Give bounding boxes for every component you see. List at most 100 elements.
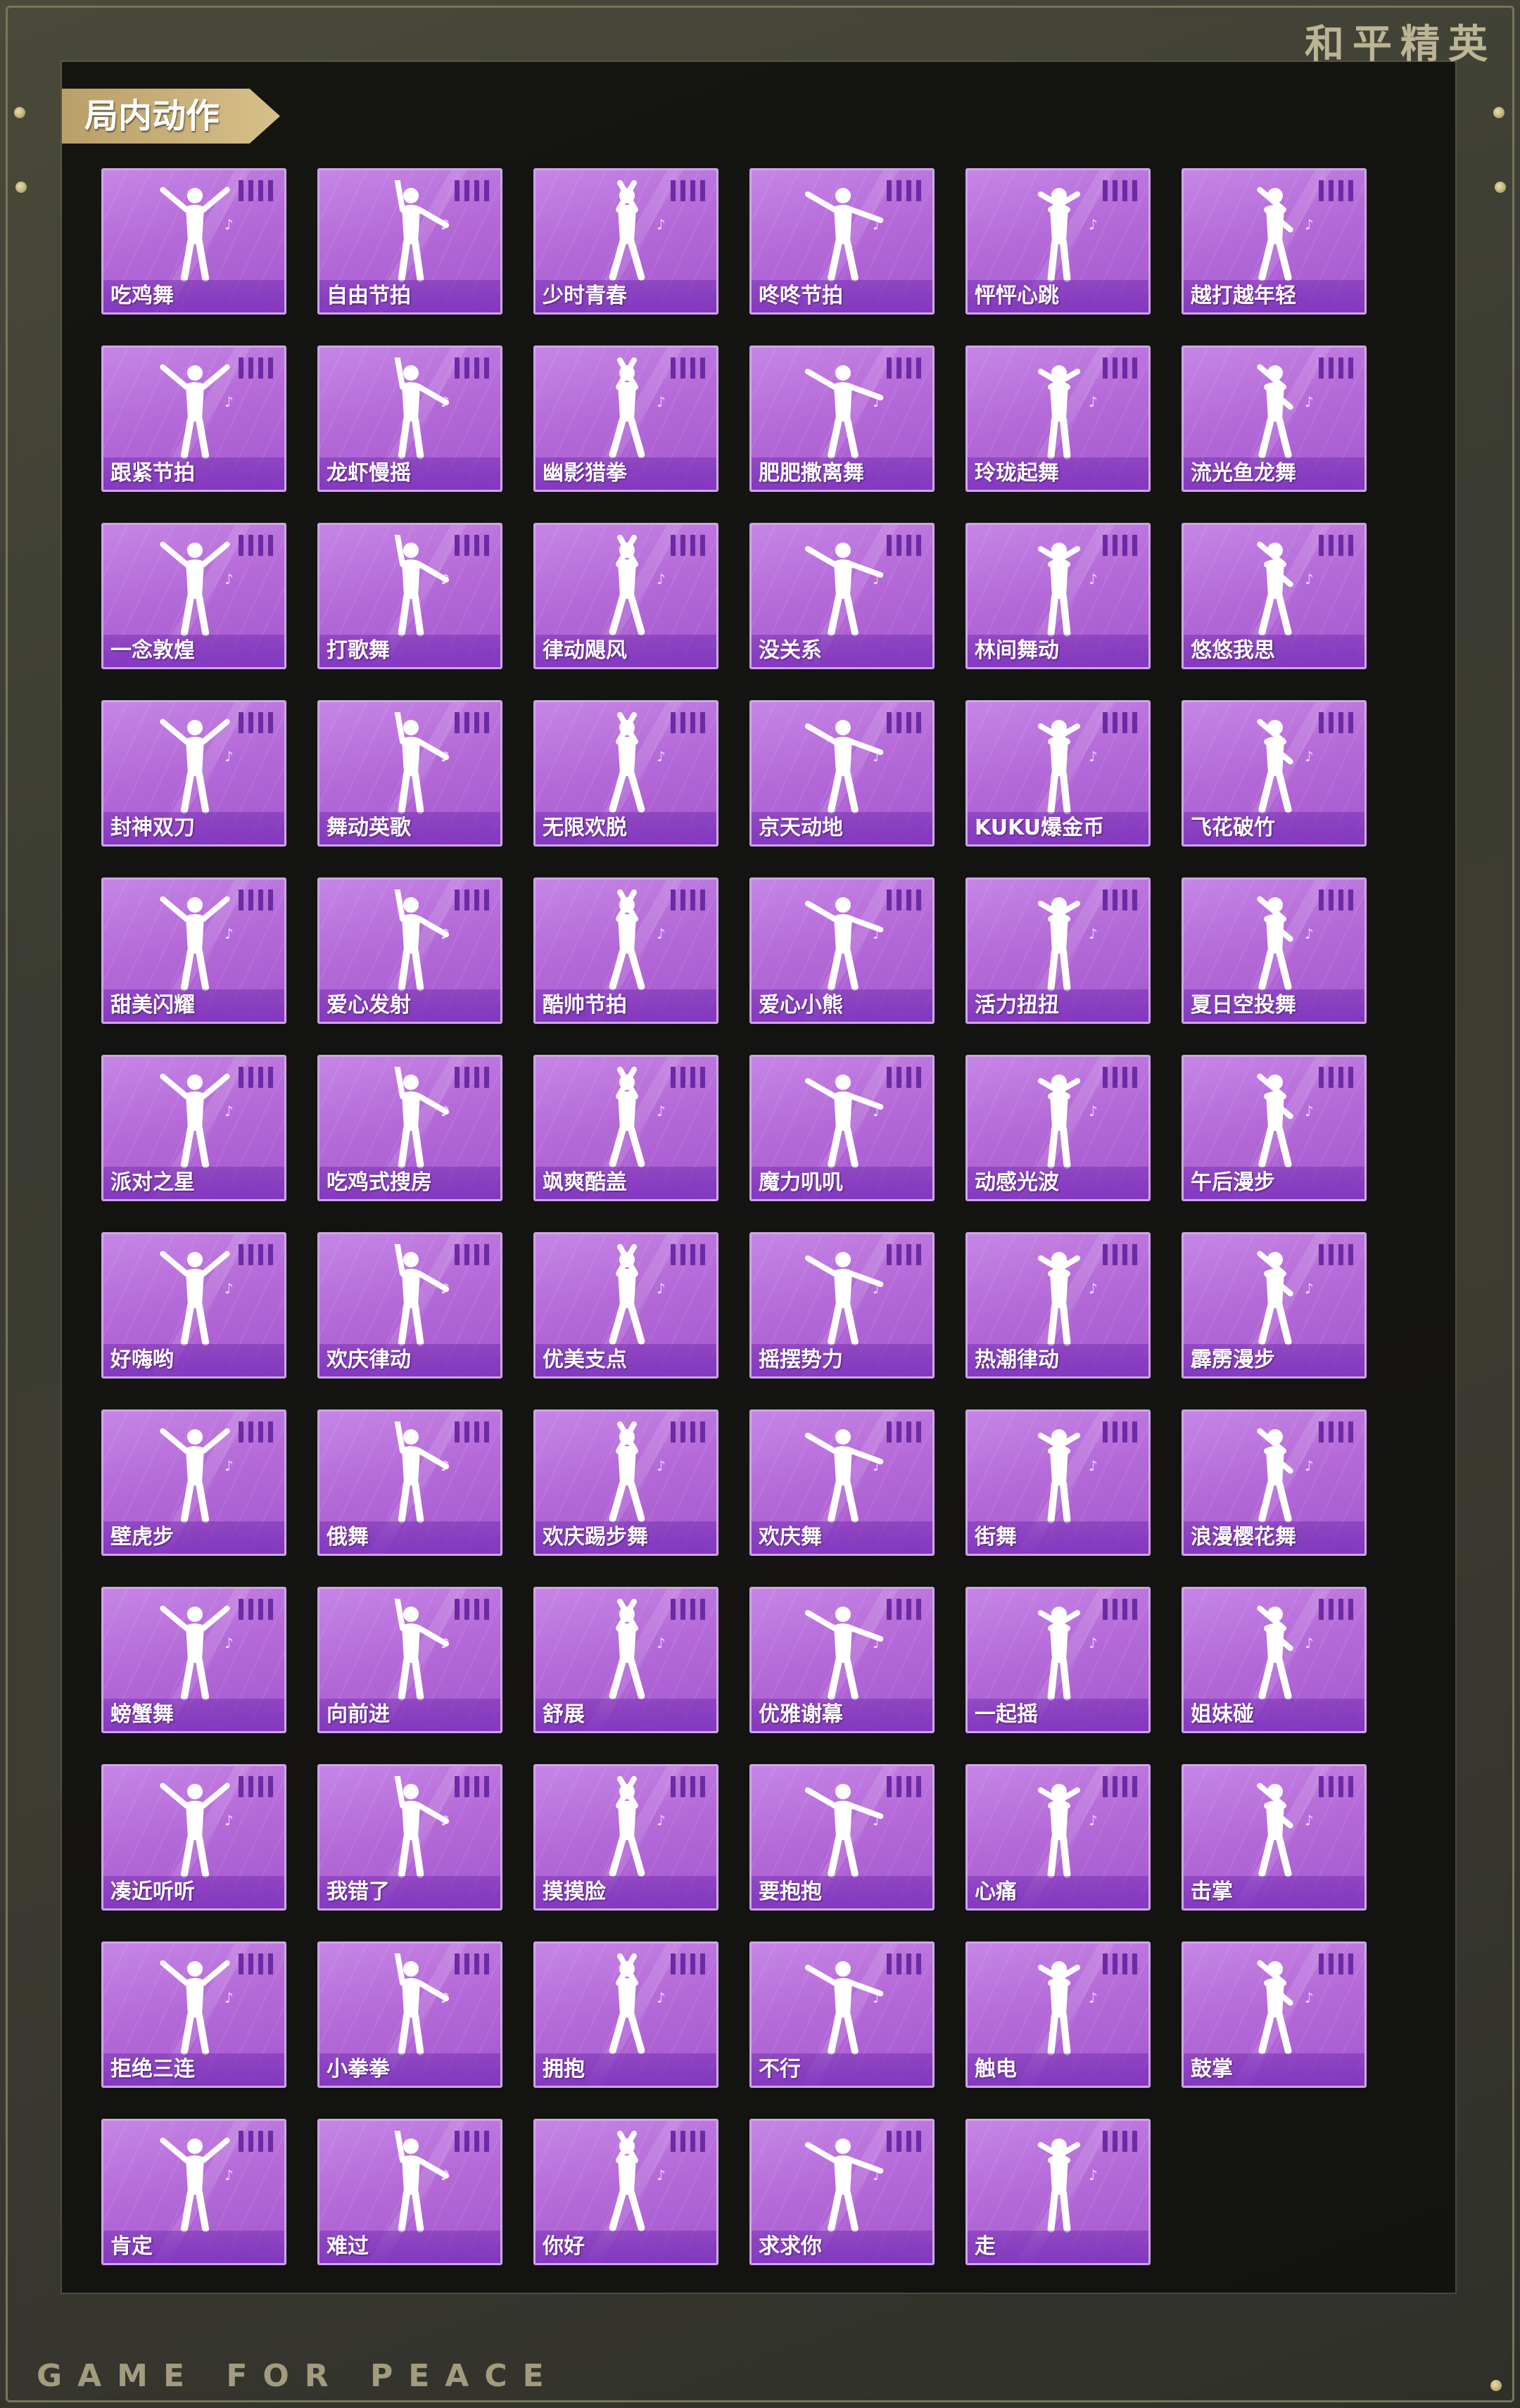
emote-card[interactable]: ♪ 无限欢脱	[533, 700, 718, 847]
emote-card[interactable]: ♪ 求求你	[749, 2119, 935, 2265]
emote-card[interactable]: ♪ 凑近听听	[101, 1764, 286, 1910]
svg-text:♪: ♪	[441, 1635, 450, 1652]
emote-card[interactable]: ♪ 爱心发射	[317, 877, 502, 1024]
dancer-silhouette-icon: ♪	[804, 1961, 884, 2055]
emote-card[interactable]: ♪ 少时青春	[533, 168, 718, 315]
emote-card[interactable]: ♪ 怦怦心跳	[965, 168, 1151, 315]
emote-card[interactable]: ♪ 越打越年轻	[1182, 168, 1367, 315]
svg-text:♪: ♪	[1305, 1989, 1314, 2006]
emote-card[interactable]: ♪ 玲珑起舞	[965, 346, 1151, 492]
emote-card[interactable]: ♪ 我错了	[317, 1764, 502, 1910]
emote-card[interactable]: ♪ 爱心小熊	[749, 877, 935, 1024]
emote-card[interactable]: ♪ 飒爽酷盖	[533, 1055, 718, 1201]
emote-name: 难过	[327, 2234, 369, 2259]
emote-card[interactable]: ♪ 夏日空投舞	[1182, 877, 1367, 1024]
emote-card[interactable]: ♪ 律动飓风	[533, 523, 718, 669]
svg-text:♪: ♪	[224, 216, 234, 233]
emote-card[interactable]: ♪ 霹雳漫步	[1182, 1232, 1367, 1379]
emote-card[interactable]: ♪ 摇摆势力	[749, 1232, 935, 1379]
emote-name: 龙虾慢摇	[327, 461, 411, 486]
emote-card[interactable]: ♪ 吃鸡式搜房	[317, 1055, 502, 1201]
emote-card[interactable]: ♪ 肥肥撒离舞	[749, 346, 935, 492]
emote-card[interactable]: ♪ 优美支点	[533, 1232, 718, 1379]
emote-card[interactable]: ♪ 摸摸脸	[533, 1764, 718, 1910]
emote-card[interactable]: ♪ 走	[965, 2119, 1151, 2265]
emote-card[interactable]: ♪ 浪漫樱花舞	[1182, 1409, 1367, 1556]
svg-text:♪: ♪	[1089, 1280, 1098, 1297]
emote-card[interactable]: ♪ 欢庆踢步舞	[533, 1409, 718, 1556]
emote-card[interactable]: ♪ 欢庆律动	[317, 1232, 502, 1379]
svg-text:♪: ♪	[1089, 1989, 1098, 2006]
dancer-silhouette-icon: ♪	[394, 535, 450, 637]
emote-card[interactable]: ♪ 拒绝三连	[101, 1941, 286, 2088]
emote-card[interactable]: ♪ 击掌	[1182, 1764, 1367, 1910]
emote-card[interactable]: ♪ 吃鸡舞	[101, 168, 286, 315]
emote-card[interactable]: ♪ 热潮律动	[965, 1232, 1151, 1379]
emote-card[interactable]: ♪ 咚咚节拍	[749, 168, 935, 315]
emote-card[interactable]: ♪ 午后漫步	[1182, 1055, 1367, 1201]
emote-card[interactable]: ♪ 一念敦煌	[101, 523, 286, 669]
emote-card[interactable]: ♪ 酷帅节拍	[533, 877, 718, 1024]
emote-card[interactable]: ♪ 打歌舞	[317, 523, 502, 669]
emote-card[interactable]: ♪ 心痛	[965, 1764, 1151, 1910]
emote-card[interactable]: ♪ 不行	[749, 1941, 935, 2088]
emote-card[interactable]: ♪ 姐妹碰	[1182, 1587, 1367, 1733]
emote-card[interactable]: ♪ 流光鱼龙舞	[1182, 346, 1367, 492]
emote-card[interactable]: ♪ 难过	[317, 2119, 502, 2265]
emote-card[interactable]: ♪ 触电	[965, 1941, 1151, 2088]
emote-card[interactable]: ♪ 好嗨哟	[101, 1232, 286, 1379]
emote-card[interactable]: ♪ 向前进	[317, 1587, 502, 1733]
dancer-silhouette-icon: ♪	[394, 1067, 450, 1169]
emote-card[interactable]: ♪ 龙虾慢摇	[317, 346, 502, 492]
svg-text:♪: ♪	[657, 925, 666, 942]
emote-card[interactable]: ♪ 封神双刀	[101, 700, 286, 847]
emote-card[interactable]: ♪ 一起摇	[965, 1587, 1151, 1733]
emote-card[interactable]: ♪ 优雅谢幕	[749, 1587, 935, 1733]
emote-card[interactable]: ♪ 林间舞动	[965, 523, 1151, 669]
emote-card[interactable]: ♪ 你好	[533, 2119, 718, 2265]
emote-card[interactable]: ♪ 要抱抱	[749, 1764, 935, 1910]
svg-text:♪: ♪	[224, 1635, 234, 1652]
emote-card[interactable]: ♪ 街舞	[965, 1409, 1151, 1556]
emote-card[interactable]: ♪ 拥抱	[533, 1941, 718, 2088]
emote-card[interactable]: ♪ 活力扭扭	[965, 877, 1151, 1024]
emote-name: 飒爽酷盖	[543, 1170, 627, 1195]
emote-card[interactable]: ♪ 肯定	[101, 2119, 286, 2265]
dancer-silhouette-icon: ♪	[609, 1776, 666, 1877]
emote-card[interactable]: ♪ 悠悠我思	[1182, 523, 1367, 669]
emote-card[interactable]: ♪ 没关系	[749, 523, 935, 669]
emote-card[interactable]: ♪ 俄舞	[317, 1409, 502, 1556]
emote-card[interactable]: ♪ 跟紧节拍	[101, 346, 286, 492]
emote-card[interactable]: ♪ 京天动地	[749, 700, 935, 847]
emote-card[interactable]: ♪ 欢庆舞	[749, 1409, 935, 1556]
emote-name: 跟紧节拍	[110, 461, 195, 486]
emote-card[interactable]: ♪ 动感光波	[965, 1055, 1151, 1201]
svg-text:♪: ♪	[224, 1103, 234, 1120]
emote-name: 幽影猎拳	[543, 461, 627, 486]
emote-card[interactable]: ♪ 飞花破竹	[1182, 700, 1367, 847]
emote-card[interactable]: ♪ 派对之星	[101, 1055, 286, 1201]
svg-text:♪: ♪	[873, 1457, 882, 1474]
emote-card[interactable]: ♪ 鼓掌	[1182, 1941, 1367, 2088]
dancer-silhouette-icon: ♪	[609, 535, 666, 635]
emote-card[interactable]: ♪ 自由节拍	[317, 168, 502, 315]
dancer-silhouette-icon: ♪	[1037, 188, 1098, 282]
svg-text:♪: ♪	[657, 393, 666, 410]
dancer-silhouette-icon: ♪	[804, 2138, 884, 2232]
emote-card[interactable]: ♪ 舒展	[533, 1587, 718, 1733]
dancer-silhouette-icon: ♪	[1257, 718, 1314, 813]
emote-card[interactable]: ♪ 幽影猎拳	[533, 346, 718, 492]
dancer-silhouette-icon: ♪	[804, 1429, 884, 1523]
emote-card[interactable]: ♪ 舞动英歌	[317, 700, 502, 847]
emote-name: 舒展	[543, 1702, 585, 1727]
emote-card[interactable]: ♪ 螃蟹舞	[101, 1587, 286, 1733]
emote-card[interactable]: ♪ 甜美闪耀	[101, 877, 286, 1024]
emote-card[interactable]: ♪ 小拳拳	[317, 1941, 502, 2088]
corner-ornament	[1490, 2380, 1502, 2391]
emote-card[interactable]: ♪ 魔力叽叽	[749, 1055, 935, 1201]
emote-card[interactable]: ♪ KUKU爆金币	[965, 700, 1151, 847]
emote-name: KUKU爆金币	[975, 816, 1105, 840]
emote-panel: 局内动作 ♪ 吃鸡舞 ♪ 自由节拍 ♪ 少时青春 ♪ 咚咚节拍 ♪ 怦怦心跳 ♪ 越打越年轻 ♪ 跟紧节拍…	[62, 62, 1455, 2293]
svg-text:♪: ♪	[657, 2167, 666, 2184]
emote-card[interactable]: ♪ 壁虎步	[101, 1409, 286, 1556]
